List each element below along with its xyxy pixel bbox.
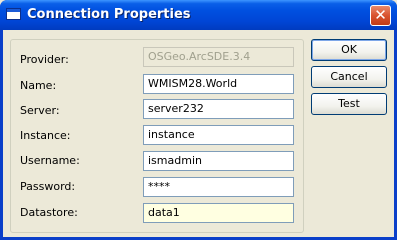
close-button[interactable]: ✕ bbox=[370, 5, 391, 26]
provider-field: OSGeo.ArcSDE.3.4 bbox=[143, 47, 294, 67]
password-field[interactable]: **** bbox=[143, 177, 294, 197]
close-icon: ✕ bbox=[374, 6, 387, 24]
instance-label: Instance: bbox=[20, 129, 71, 142]
username-label: Username: bbox=[20, 154, 80, 167]
password-label: Password: bbox=[20, 180, 76, 193]
server-field[interactable]: server232 bbox=[143, 99, 294, 119]
dialog-body: Provider: OSGeo.ArcSDE.3.4 Name: WMISM28… bbox=[3, 30, 394, 237]
name-label: Name: bbox=[20, 79, 57, 92]
title-bar[interactable]: Connection Properties ✕ bbox=[0, 0, 397, 30]
ok-button[interactable]: OK bbox=[311, 39, 387, 61]
window-title: Connection Properties bbox=[27, 7, 191, 22]
test-button[interactable]: Test bbox=[311, 93, 387, 115]
provider-label: Provider: bbox=[20, 53, 69, 66]
name-field[interactable]: WMISM28.World bbox=[143, 74, 294, 94]
connection-properties-window: Connection Properties ✕ Provider: OSGeo.… bbox=[0, 0, 397, 240]
server-label: Server: bbox=[20, 104, 60, 117]
datastore-field[interactable]: data1 bbox=[143, 203, 294, 223]
datastore-label: Datastore: bbox=[20, 206, 78, 219]
instance-field[interactable]: instance bbox=[143, 125, 294, 145]
username-field[interactable]: ismadmin bbox=[143, 151, 294, 171]
window-icon bbox=[6, 8, 21, 20]
cancel-button[interactable]: Cancel bbox=[311, 66, 387, 88]
